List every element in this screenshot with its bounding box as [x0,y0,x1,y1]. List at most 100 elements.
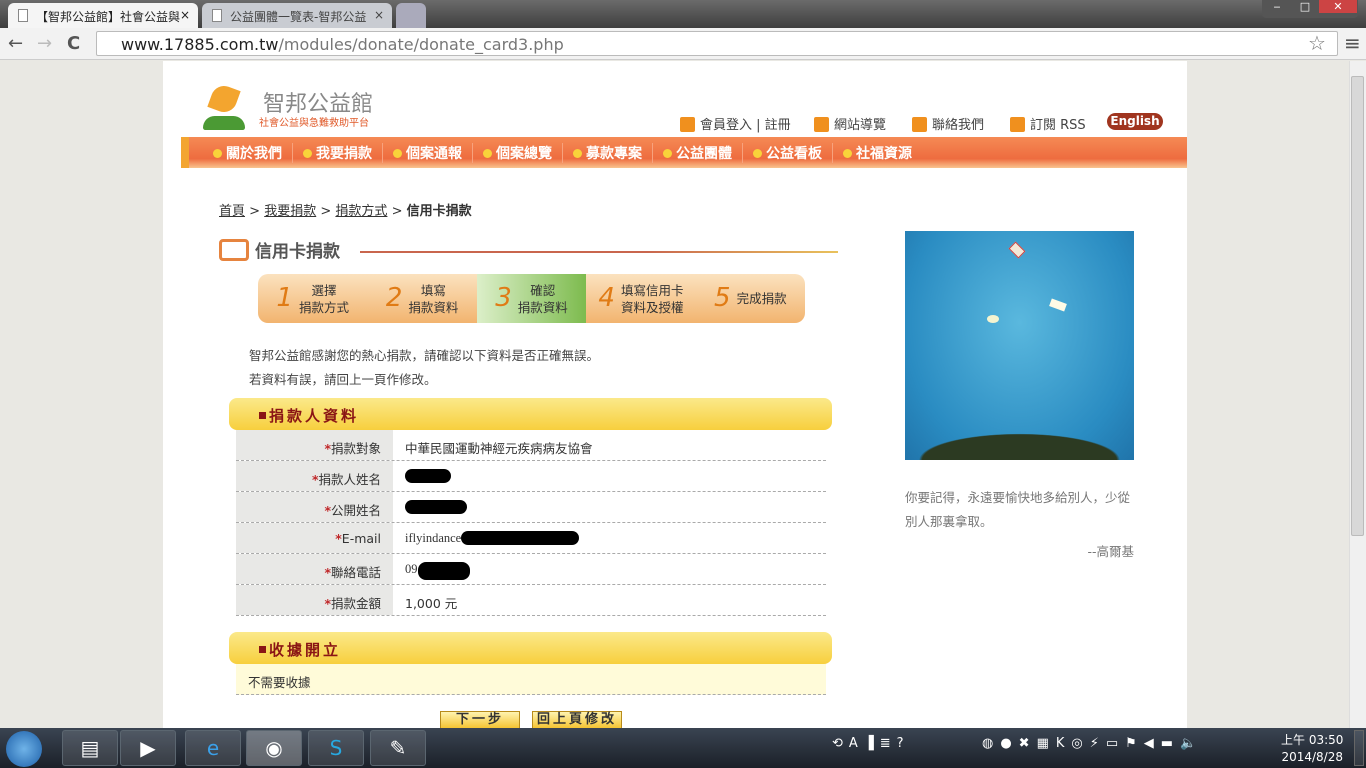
address-bar[interactable]: www.17885.com.tw/modules/donate/donate_c… [96,31,1338,56]
amount-value: 1,000 元 [405,596,458,611]
row-label: 捐款人姓名 [236,461,393,491]
clock[interactable]: 上午 03:50 2014/8/28 [1281,732,1343,766]
table-row: 公開姓名 [236,492,826,523]
close-tab-icon[interactable]: × [374,8,384,22]
row-label: 聯絡電話 [236,554,393,584]
reload-icon[interactable]: C [67,33,80,54]
nav-about[interactable]: 關於我們 [203,142,293,163]
redaction [417,562,470,580]
text: 個案總覽 [496,145,552,162]
back-icon[interactable]: ← [8,33,23,54]
text: 信用卡捐款 [255,242,340,262]
chat-icon [912,117,927,132]
next-step-button[interactable]: 下一步 [440,711,520,729]
bookmark-star-icon[interactable]: ☆ [1308,31,1326,55]
bullet-icon [753,148,762,158]
text: 捐款方式 [298,299,349,315]
ime-toolbar[interactable]: ⟲A▐≣? [832,736,910,751]
back-edit-button[interactable]: 回上頁修改 [532,711,622,729]
text: 我要捐款 [316,145,372,162]
rss-link[interactable]: 訂閱 RSS [1010,114,1086,133]
window-controls[interactable]: ‒ □ ✕ [1262,0,1358,18]
step-3-current: 3 確認 捐款資料 [476,274,587,323]
text: > [249,204,261,219]
url-path: /modules/donate/donate_card3.php [278,35,564,54]
nav-board[interactable]: 公益看板 [743,142,833,163]
quote-author: --高爾基 [1087,544,1134,559]
login-link[interactable]: 會員登入 | 註冊 [680,114,791,133]
row-label: 公開姓名 [236,492,393,522]
bullet-icon [483,148,492,158]
text: 捐款資料 [408,299,459,315]
forward-icon[interactable]: → [37,33,52,54]
english-button[interactable]: English [1107,113,1163,130]
login-label[interactable]: 會員登入 [700,118,752,133]
ie-taskbar-icon[interactable]: e [185,730,241,766]
kite-icon [1049,298,1067,312]
nav-resources[interactable]: 社福資源 [833,143,922,163]
system-tray-icons[interactable]: ◍●✖▦K◎⚡▭⚑◀▬🔈 [982,736,1203,751]
text: 2 [385,283,403,313]
scrollbar-thumb[interactable] [1351,76,1364,536]
donor-section-header: 捐款人資料 [229,398,832,430]
bullet-icon [573,148,582,158]
explorer-taskbar-icon[interactable]: ▤ [62,730,118,766]
text: 捐款資料 [517,299,568,315]
tab-active[interactable]: 【智邦公益館】社會公益與 × [8,3,198,28]
bullet-icon [303,148,312,158]
media-player-taskbar-icon[interactable]: ▶ [120,730,176,766]
url-host: www.17885.com.tw [121,35,279,54]
tab-title: 公益團體一覽表-智邦公益 [230,10,367,24]
kite-icon [1008,241,1026,259]
browser-tab-bar: 【智邦公益館】社會公益與 × 公益團體一覽表-智邦公益 × ‒ □ ✕ [0,0,1366,28]
rss-icon [1010,117,1025,132]
nav-projects[interactable]: 募款專案 [563,142,653,163]
clock-date: 2014/8/28 [1281,750,1343,764]
main-nav: 關於我們 我要捐款 個案通報 個案總覽 募款專案 公益團體 公益看板 社福資源 [181,137,1187,168]
tab-inactive[interactable]: 公益團體一覽表-智邦公益 × [202,3,392,28]
breadcrumb-donate[interactable]: 我要捐款 [264,204,316,219]
text: 社福資源 [856,145,912,162]
table-row: 聯絡電話 09 [236,554,826,585]
text: 完成捐款 [736,291,787,306]
kite-icon [987,315,999,323]
text: 填寫信用卡 [620,282,684,298]
credit-card-icon [219,239,249,261]
row-label: 捐款對象 [236,430,393,460]
site-logo[interactable] [203,82,245,132]
step-1: 1 選擇 捐款方式 [258,274,367,323]
text: 填寫 [420,282,446,298]
start-button[interactable] [6,731,42,767]
intro-text: 若資料有誤，請回上一頁作修改。 [249,372,437,387]
nav-report[interactable]: 個案通報 [383,142,473,163]
breadcrumb-method[interactable]: 捐款方式 [335,204,387,219]
table-row: 捐款對象中華民國運動神經元疾病病友協會 [236,430,826,461]
text: > [320,204,332,219]
progress-steps: 1 選擇 捐款方式 2 填寫 捐款資料 3 確認 捐款資料 4 填寫信用卡 資料及授權 5 完成捐… [258,274,805,323]
nav-cases[interactable]: 個案總覽 [473,142,563,163]
page-icon [18,9,28,22]
user-icon [680,117,695,132]
skype-taskbar-icon[interactable]: S [308,730,364,766]
breadcrumb-home[interactable]: 首頁 [219,204,245,219]
show-desktop-button[interactable] [1354,730,1364,766]
text: 募款專案 [586,145,642,162]
table-row: E-mail iflyindance [236,523,826,554]
tab-title: 【智邦公益館】社會公益與 [36,10,181,24]
row-label: E-mail [236,523,393,553]
menu-icon[interactable]: ≡ [1344,31,1361,55]
site-subtitle: 社會公益與急難救助平台 [259,118,369,129]
chrome-taskbar-icon[interactable]: ◉ [246,730,302,766]
new-tab-button[interactable] [396,3,426,28]
nav-groups[interactable]: 公益團體 [653,142,743,163]
sitemap-link[interactable]: 網站導覽 [814,114,886,133]
redaction [461,531,580,545]
paint-taskbar-icon[interactable]: ✎ [370,730,426,766]
text: 個案通報 [406,145,462,162]
phone-value: 09 [405,562,418,576]
nav-donate[interactable]: 我要捐款 [293,142,383,163]
text: 公益看板 [766,145,822,162]
contact-link[interactable]: 聯絡我們 [912,114,984,133]
close-tab-icon[interactable]: × [180,8,190,22]
register-link[interactable]: 註冊 [765,118,791,133]
